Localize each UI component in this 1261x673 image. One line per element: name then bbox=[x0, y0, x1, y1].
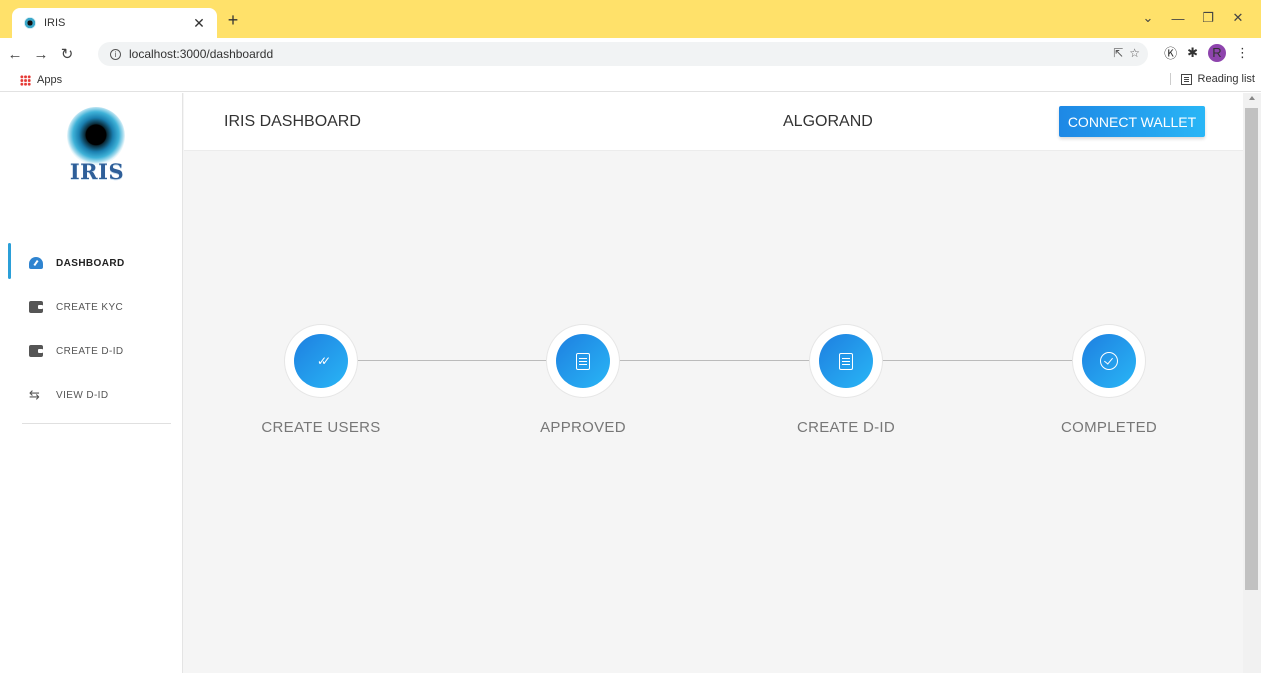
connect-wallet-button[interactable]: CONNECT WALLET bbox=[1059, 106, 1205, 137]
scroll-up-arrow-icon[interactable] bbox=[1249, 96, 1255, 100]
close-window-icon[interactable]: ✕ bbox=[1223, 6, 1253, 30]
eye-logo-icon bbox=[67, 107, 125, 165]
toolbar-right: Ⓚ ✱ R ⋮ bbox=[1164, 43, 1249, 62]
sidebar-item-create-d-id[interactable]: CREATE D-ID bbox=[0, 329, 183, 373]
sidebar-item-label: VIEW D-ID bbox=[56, 389, 109, 401]
sidebar-item-view-d-id[interactable]: ⇆ VIEW D-ID bbox=[0, 373, 183, 417]
step-ring bbox=[547, 325, 619, 397]
apps-label: Apps bbox=[37, 74, 63, 86]
menu-kebab-icon[interactable]: ⋮ bbox=[1236, 45, 1249, 61]
profile-avatar[interactable]: R bbox=[1208, 43, 1226, 62]
extensions-puzzle-icon[interactable]: ✱ bbox=[1187, 45, 1198, 61]
step-label: CREATE D-ID bbox=[796, 419, 896, 436]
step-circle[interactable] bbox=[819, 334, 873, 388]
reading-list-icon bbox=[1180, 73, 1192, 85]
page-scrollbar[interactable] bbox=[1243, 93, 1261, 673]
reading-list-button[interactable]: Reading list bbox=[1169, 73, 1255, 85]
apps-grid-icon bbox=[20, 74, 31, 86]
site-info-icon[interactable]: i bbox=[110, 48, 121, 60]
iris-favicon-icon bbox=[24, 17, 36, 29]
tab-title: IRIS bbox=[44, 17, 66, 29]
bookmarks-bar: Apps Reading list bbox=[0, 70, 1261, 92]
step-ring bbox=[1073, 325, 1145, 397]
sidebar-item-label: CREATE KYC bbox=[56, 301, 124, 313]
sidebar: IRIS DASHBOARD CREATE KYC CREATE D-ID ⇆ … bbox=[0, 93, 183, 673]
iris-logo: IRIS bbox=[56, 107, 138, 187]
reading-list-label: Reading list bbox=[1197, 73, 1255, 85]
share-icon[interactable]: ⇱ bbox=[1113, 46, 1123, 60]
step-label: COMPLETED bbox=[1060, 419, 1158, 436]
new-tab-button[interactable]: + bbox=[222, 10, 244, 32]
tab-search-icon[interactable]: ⌄ bbox=[1133, 6, 1163, 30]
sidebar-nav: DASHBOARD CREATE KYC CREATE D-ID ⇆ VIEW … bbox=[0, 241, 183, 417]
document-icon bbox=[839, 352, 853, 370]
step-label: CREATE USERS bbox=[261, 419, 381, 436]
page-title: IRIS DASHBOARD bbox=[224, 113, 361, 130]
sidebar-item-label: DASHBOARD bbox=[56, 257, 125, 269]
reload-icon[interactable]: ↻ bbox=[56, 43, 78, 65]
minimize-icon[interactable]: — bbox=[1163, 6, 1193, 30]
app-page: IRIS DASHBOARD CREATE KYC CREATE D-ID ⇆ … bbox=[0, 93, 1243, 673]
repeat-icon: ⇆ bbox=[29, 387, 41, 402]
omnibox-actions: ⇱ ☆ bbox=[1113, 46, 1140, 60]
document-icon bbox=[576, 352, 590, 370]
sidebar-item-dashboard[interactable]: DASHBOARD bbox=[0, 241, 183, 285]
logo-text: IRIS bbox=[69, 159, 125, 184]
wallet-icon bbox=[29, 301, 43, 313]
step-circle[interactable] bbox=[1082, 334, 1136, 388]
top-header: IRIS DASHBOARD ALGORAND CONNECT WALLET bbox=[184, 93, 1243, 151]
browser-tab[interactable]: IRIS ✕ bbox=[12, 8, 217, 38]
step-ring bbox=[810, 325, 882, 397]
sidebar-divider bbox=[22, 423, 171, 424]
extension-k-icon[interactable]: Ⓚ bbox=[1164, 43, 1177, 62]
step-label: APPROVED bbox=[540, 419, 626, 436]
progress-stepper: ✓✓ CREATE USERS APPROVED CREATE D-ID COM… bbox=[184, 325, 1243, 445]
forward-icon[interactable]: → bbox=[30, 43, 52, 65]
url-input[interactable]: i localhost:3000/dashboardd ⇱ ☆ bbox=[98, 42, 1148, 66]
step-circle[interactable]: ✓✓ bbox=[294, 334, 348, 388]
bookmark-star-icon[interactable]: ☆ bbox=[1129, 46, 1140, 60]
address-bar-row: ← → ↻ i localhost:3000/dashboardd ⇱ ☆ Ⓚ … bbox=[0, 38, 1261, 70]
apps-bookmark[interactable]: Apps bbox=[20, 74, 62, 86]
dashboard-gauge-icon bbox=[29, 257, 43, 269]
url-text: localhost:3000/dashboardd bbox=[129, 47, 274, 61]
step-circle[interactable] bbox=[556, 334, 610, 388]
scroll-thumb[interactable] bbox=[1245, 108, 1258, 590]
step-ring: ✓✓ bbox=[285, 325, 357, 397]
sidebar-item-create-kyc[interactable]: CREATE KYC bbox=[0, 285, 183, 329]
check-circle-icon bbox=[1100, 352, 1118, 370]
window-controls: ⌄ — ❐ ✕ bbox=[1133, 6, 1253, 30]
browser-tabbar: IRIS ✕ + ⌄ — ❐ ✕ bbox=[0, 0, 1261, 38]
network-label: ALGORAND bbox=[783, 113, 873, 130]
back-icon[interactable]: ← bbox=[4, 43, 26, 65]
wallet-icon bbox=[29, 345, 43, 357]
double-check-icon: ✓✓ bbox=[316, 354, 331, 368]
restore-icon[interactable]: ❐ bbox=[1193, 6, 1223, 30]
sidebar-item-label: CREATE D-ID bbox=[56, 345, 124, 357]
stepper-connector-line bbox=[354, 360, 1109, 361]
close-tab-icon[interactable]: ✕ bbox=[191, 15, 207, 32]
